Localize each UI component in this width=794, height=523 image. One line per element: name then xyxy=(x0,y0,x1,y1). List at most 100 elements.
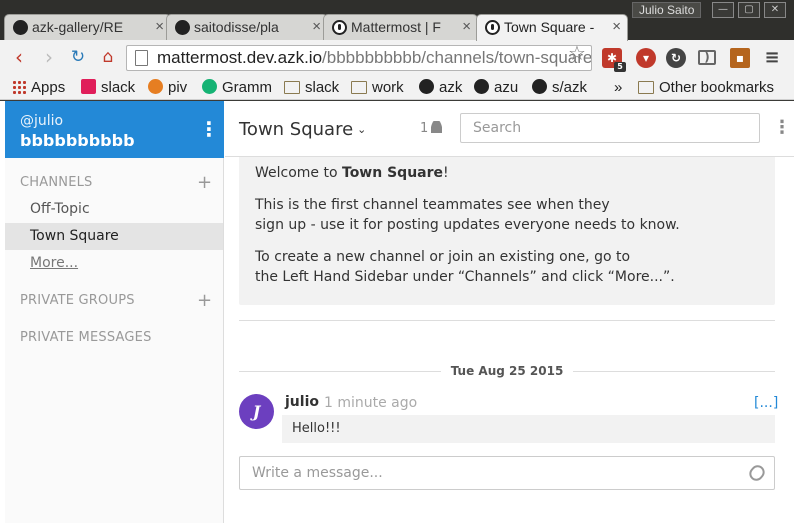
team-header[interactable]: @julio bbbbbbbbbb ⋮ xyxy=(5,101,224,158)
cast-icon[interactable]: ) xyxy=(698,50,716,65)
bookmark-label: piv xyxy=(168,79,188,96)
forward-icon[interactable]: › xyxy=(38,46,60,68)
bookmark-s-azk[interactable]: s/azk xyxy=(532,78,587,98)
channels-title: CHANNELS xyxy=(20,175,93,190)
intro-text: Welcome to xyxy=(255,165,342,181)
extension-badge: 5 xyxy=(614,62,626,72)
back-icon[interactable]: ‹ xyxy=(8,46,30,68)
member-count-value: 1 xyxy=(420,121,429,136)
channel-intro: Welcome to Town Square! This is the firs… xyxy=(239,157,775,305)
bookmark-piv[interactable]: piv xyxy=(148,78,187,98)
sync-icon[interactable]: ↻ xyxy=(666,48,686,68)
intro-text: This is the first channel teammates see … xyxy=(255,197,610,213)
post-timestamp[interactable]: 1 minute ago xyxy=(324,395,417,411)
browser-toolbar: ‹ › ↻ ⌂ mattermost.dev.azk.io/bbbbbbbbbb… xyxy=(0,40,794,76)
member-icon xyxy=(431,121,443,133)
github-icon xyxy=(419,79,434,94)
bookmark-slack[interactable]: slack xyxy=(81,78,135,98)
close-icon[interactable]: × xyxy=(155,18,164,35)
search-input[interactable] xyxy=(460,113,760,143)
folder-icon xyxy=(284,81,300,94)
message-composer[interactable]: Write a message... xyxy=(239,456,775,490)
member-count[interactable]: 1 xyxy=(420,121,443,136)
bookmark-folder-slack[interactable]: slack xyxy=(284,78,339,98)
adblock-icon[interactable]: ▾ xyxy=(636,48,656,68)
post-username[interactable]: julio xyxy=(285,394,319,410)
post-list: Welcome to Town Square! This is the firs… xyxy=(225,157,794,452)
close-icon[interactable]: × xyxy=(462,18,471,35)
slack-icon xyxy=(81,79,96,94)
bookmark-label: Apps xyxy=(31,79,66,96)
tab-label: saitodisse/pla xyxy=(194,19,279,35)
intro-paragraph: This is the first channel teammates see … xyxy=(255,195,759,235)
intro-channel-name: Town Square xyxy=(342,165,444,181)
tab-label: Town Square - xyxy=(504,19,595,35)
channel-header: Town Square⌄ 1 ⋮ xyxy=(225,101,794,157)
team-menu-icon[interactable]: ⋮ xyxy=(199,119,219,139)
bookmarks-overflow-button[interactable]: » xyxy=(614,78,622,98)
tab-label: azk-gallery/RE xyxy=(32,19,124,35)
mattermost-icon xyxy=(332,20,347,35)
address-bar[interactable]: mattermost.dev.azk.io/bbbbbbbbbb/channel… xyxy=(126,45,592,71)
sidebar-item-town-square[interactable]: Town Square xyxy=(5,223,223,250)
bookmark-azu[interactable]: azu xyxy=(474,78,518,98)
close-icon[interactable]: × xyxy=(312,18,321,35)
maximize-icon[interactable]: ▢ xyxy=(738,2,760,18)
bookmark-label: slack xyxy=(101,79,136,96)
close-window-icon[interactable]: ✕ xyxy=(764,2,786,18)
bookmark-label: s/azk xyxy=(552,79,588,96)
tab-strip: azk-gallery/RE × saitodisse/pla × Matter… xyxy=(0,0,794,41)
team-name: bbbbbbbbbb xyxy=(20,131,135,150)
bookmark-label: Gramm xyxy=(222,79,272,96)
current-user: @julio xyxy=(20,113,64,129)
folder-icon xyxy=(638,81,654,94)
intro-text: ! xyxy=(443,165,449,181)
grammarly-icon xyxy=(202,79,217,94)
window-user-badge[interactable]: Julio Saito xyxy=(632,2,702,18)
tab-saitodisse[interactable]: saitodisse/pla × xyxy=(166,14,328,41)
bookmark-label: slack xyxy=(305,79,340,96)
date-separator-text: Tue Aug 25 2015 xyxy=(441,363,573,379)
extension-icon[interactable]: ▪ xyxy=(730,48,750,68)
minimize-icon[interactable]: — xyxy=(712,2,734,18)
bookmark-other[interactable]: Other bookmarks xyxy=(638,78,774,98)
channel-menu-icon[interactable]: ⋮ xyxy=(773,119,791,137)
divider xyxy=(573,371,775,372)
intro-text: To create a new channel or join an exist… xyxy=(255,249,631,265)
divider xyxy=(239,320,775,321)
private-groups-title: PRIVATE GROUPS xyxy=(20,293,135,308)
bookmark-azk[interactable]: azk xyxy=(419,78,462,98)
bookmark-label: azu xyxy=(494,79,519,96)
intro-text: the Left Hand Sidebar under “Channels” a… xyxy=(255,269,675,285)
bookmark-apps[interactable]: Apps xyxy=(12,78,65,98)
divider xyxy=(239,371,441,372)
star-icon[interactable]: ☆ xyxy=(568,41,586,65)
page-icon xyxy=(135,50,148,66)
more-channels-link[interactable]: More... xyxy=(5,250,223,277)
tab-label: Mattermost | F xyxy=(351,19,441,35)
tab-azk-gallery[interactable]: azk-gallery/RE × xyxy=(4,14,171,41)
chevron-down-icon: ⌄ xyxy=(357,123,367,136)
channel-name: Town Square xyxy=(239,119,354,140)
avatar[interactable]: J xyxy=(239,394,274,429)
add-private-group-button[interactable]: + xyxy=(197,292,212,310)
bookmark-label: work xyxy=(372,79,404,96)
bookmark-label: azk xyxy=(439,79,463,96)
bookmark-gramm[interactable]: Gramm xyxy=(202,78,272,98)
tab-mattermost[interactable]: Mattermost | F × xyxy=(323,14,478,41)
add-channel-button[interactable]: + xyxy=(197,174,212,192)
post-more-link[interactable]: [...] xyxy=(754,395,778,411)
private-messages-title: PRIVATE MESSAGES xyxy=(20,330,152,345)
sidebar-item-off-topic[interactable]: Off-Topic xyxy=(5,196,223,223)
mattermost-app: @julio bbbbbbbbbb ⋮ CHANNELS + Off-Topic… xyxy=(0,101,794,523)
tab-town-square[interactable]: Town Square - × xyxy=(476,14,628,41)
attachment-icon[interactable] xyxy=(746,462,768,484)
bookmark-folder-work[interactable]: work xyxy=(351,78,404,98)
channel-name-dropdown[interactable]: Town Square ⌄ xyxy=(239,119,366,140)
chrome-menu-icon[interactable]: ≡ xyxy=(762,48,782,68)
reload-icon[interactable]: ↻ xyxy=(67,46,89,68)
home-icon[interactable]: ⌂ xyxy=(97,46,119,68)
bookmarks-bar: Apps slack piv Gramm slack work azk azu … xyxy=(0,76,794,100)
browser-window: azk-gallery/RE × saitodisse/pla × Matter… xyxy=(0,0,794,523)
close-icon[interactable]: × xyxy=(612,18,621,35)
